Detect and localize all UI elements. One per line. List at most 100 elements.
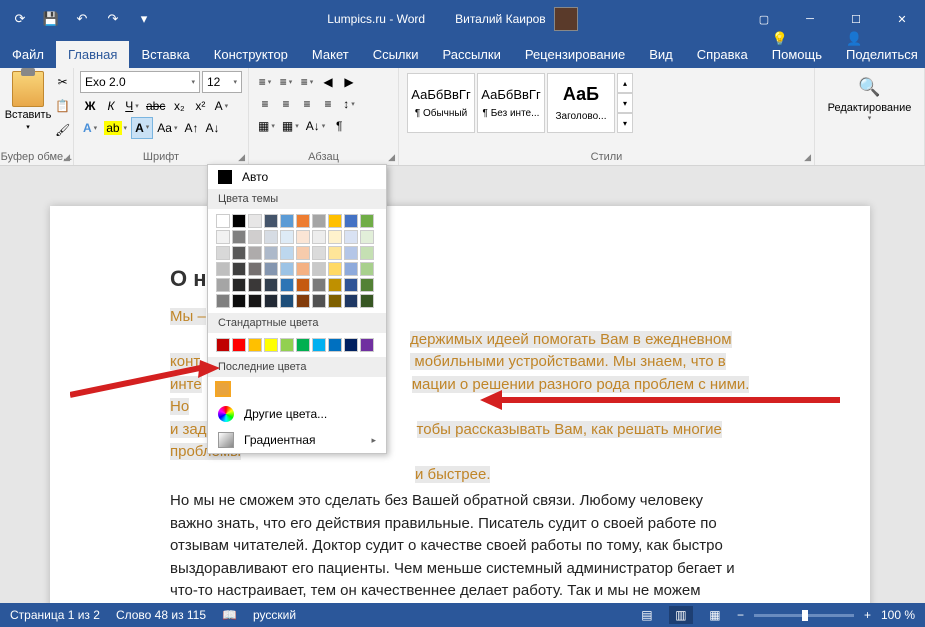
tab-design[interactable]: Конструктор bbox=[202, 41, 300, 68]
color-swatch[interactable] bbox=[216, 278, 230, 292]
paste-button[interactable]: Вставить ▾ bbox=[6, 71, 50, 141]
tab-review[interactable]: Рецензирование bbox=[513, 41, 637, 68]
borders-button[interactable]: ▦ bbox=[279, 115, 302, 137]
copy-icon[interactable]: 📋 bbox=[52, 95, 73, 117]
color-swatch[interactable] bbox=[248, 230, 262, 244]
color-swatch[interactable] bbox=[312, 338, 326, 352]
color-swatch[interactable] bbox=[232, 214, 246, 228]
shrink-font-button[interactable]: A↓ bbox=[202, 117, 222, 139]
color-swatch[interactable] bbox=[280, 294, 294, 308]
increase-indent-button[interactable]: ▶ bbox=[339, 71, 359, 93]
color-swatch[interactable] bbox=[280, 246, 294, 260]
color-swatch[interactable] bbox=[344, 214, 358, 228]
styles-down-icon[interactable]: ▾ bbox=[617, 93, 633, 113]
color-swatch[interactable] bbox=[360, 278, 374, 292]
color-swatch[interactable] bbox=[216, 294, 230, 308]
color-swatch[interactable] bbox=[312, 214, 326, 228]
line-spacing-button[interactable]: ↕ bbox=[339, 93, 359, 115]
color-swatch[interactable] bbox=[312, 278, 326, 292]
style-heading1[interactable]: АаБ Заголово... bbox=[547, 73, 615, 133]
font-launcher-icon[interactable]: ◢ bbox=[238, 152, 245, 163]
cut-icon[interactable]: ✂ bbox=[52, 71, 73, 93]
zoom-slider[interactable] bbox=[754, 614, 854, 617]
color-swatch[interactable] bbox=[312, 294, 326, 308]
font-name-combo[interactable]: Exo 2.0▾ bbox=[80, 71, 200, 93]
color-swatch[interactable] bbox=[328, 262, 342, 276]
color-swatch[interactable] bbox=[360, 294, 374, 308]
view-web-icon[interactable]: ▦ bbox=[703, 606, 727, 624]
status-words[interactable]: Слово 48 из 115 bbox=[116, 608, 206, 622]
undo-icon[interactable]: ↶ bbox=[68, 5, 96, 33]
color-swatch[interactable] bbox=[360, 338, 374, 352]
color-swatch[interactable] bbox=[248, 294, 262, 308]
para-launcher-icon[interactable]: ◢ bbox=[388, 152, 395, 163]
zoom-in-icon[interactable]: + bbox=[864, 608, 871, 622]
color-swatch[interactable] bbox=[232, 294, 246, 308]
color-swatch[interactable] bbox=[216, 246, 230, 260]
color-swatch[interactable] bbox=[360, 246, 374, 260]
highlight-button[interactable]: ab bbox=[101, 117, 130, 139]
format-painter-icon[interactable]: 🖌 bbox=[52, 119, 73, 141]
color-swatch[interactable] bbox=[328, 294, 342, 308]
color-swatch[interactable] bbox=[344, 262, 358, 276]
color-auto[interactable]: Авто bbox=[208, 165, 386, 189]
numbering-button[interactable]: ≡ bbox=[276, 71, 296, 93]
style-normal[interactable]: АаБбВвГг ¶ Обычный bbox=[407, 73, 475, 133]
color-swatch[interactable] bbox=[344, 338, 358, 352]
color-swatch[interactable] bbox=[344, 230, 358, 244]
color-swatch[interactable] bbox=[280, 278, 294, 292]
color-swatch[interactable] bbox=[328, 338, 342, 352]
color-swatch[interactable] bbox=[248, 214, 262, 228]
styles-more-icon[interactable]: ▾ bbox=[617, 113, 633, 133]
texteffects-icon[interactable]: A bbox=[80, 117, 100, 139]
subscript-button[interactable]: x₂ bbox=[169, 95, 189, 117]
color-swatch[interactable] bbox=[280, 338, 294, 352]
color-swatch[interactable] bbox=[280, 262, 294, 276]
color-swatch[interactable] bbox=[296, 214, 310, 228]
autosave-icon[interactable]: ⟳ bbox=[6, 5, 34, 33]
font-size-combo[interactable]: 12▾ bbox=[202, 71, 242, 93]
justify-button[interactable]: ≡ bbox=[318, 93, 338, 115]
color-swatch[interactable] bbox=[232, 338, 246, 352]
style-nospacing[interactable]: АаБбВвГг ¶ Без инте... bbox=[477, 73, 545, 133]
color-swatch[interactable] bbox=[344, 294, 358, 308]
color-swatch[interactable] bbox=[296, 338, 310, 352]
color-swatch[interactable] bbox=[216, 230, 230, 244]
bold-button[interactable]: Ж bbox=[80, 95, 100, 117]
more-colors[interactable]: Другие цвета... bbox=[208, 401, 386, 427]
color-swatch[interactable] bbox=[280, 230, 294, 244]
color-swatch[interactable] bbox=[232, 262, 246, 276]
color-swatch[interactable] bbox=[248, 246, 262, 260]
color-swatch[interactable] bbox=[264, 278, 278, 292]
color-swatch[interactable] bbox=[264, 338, 278, 352]
color-swatch[interactable] bbox=[360, 214, 374, 228]
status-page[interactable]: Страница 1 из 2 bbox=[10, 608, 100, 622]
clipboard-launcher-icon[interactable]: ◢ bbox=[63, 152, 70, 163]
color-swatch[interactable] bbox=[264, 246, 278, 260]
status-proofing-icon[interactable]: 📖 bbox=[222, 608, 237, 622]
color-swatch[interactable] bbox=[264, 294, 278, 308]
redo-icon[interactable]: ↷ bbox=[99, 5, 127, 33]
color-swatch[interactable] bbox=[232, 246, 246, 260]
strike-button[interactable]: abc bbox=[143, 95, 168, 117]
zoom-out-icon[interactable]: − bbox=[737, 608, 744, 622]
tell-me[interactable]: 💡 Помощь bbox=[760, 25, 834, 68]
color-swatch[interactable] bbox=[248, 338, 262, 352]
color-swatch[interactable] bbox=[296, 278, 310, 292]
tab-layout[interactable]: Макет bbox=[300, 41, 361, 68]
document-para2[interactable]: Но мы не сможем это сделать без Вашей об… bbox=[170, 490, 750, 603]
tab-references[interactable]: Ссылки bbox=[361, 41, 431, 68]
tab-mailings[interactable]: Рассылки bbox=[430, 41, 512, 68]
status-language[interactable]: русский bbox=[253, 608, 296, 622]
styles-up-icon[interactable]: ▴ bbox=[617, 73, 633, 93]
color-swatch[interactable] bbox=[312, 230, 326, 244]
color-swatch[interactable] bbox=[296, 246, 310, 260]
color-swatch[interactable] bbox=[264, 230, 278, 244]
italic-button[interactable]: К bbox=[101, 95, 121, 117]
color-swatch[interactable] bbox=[296, 262, 310, 276]
color-swatch[interactable] bbox=[264, 262, 278, 276]
multilevel-button[interactable]: ≡ bbox=[297, 71, 317, 93]
color-swatch[interactable] bbox=[248, 278, 262, 292]
grow-font-button[interactable]: A↑ bbox=[181, 117, 201, 139]
styles-launcher-icon[interactable]: ◢ bbox=[804, 152, 811, 163]
